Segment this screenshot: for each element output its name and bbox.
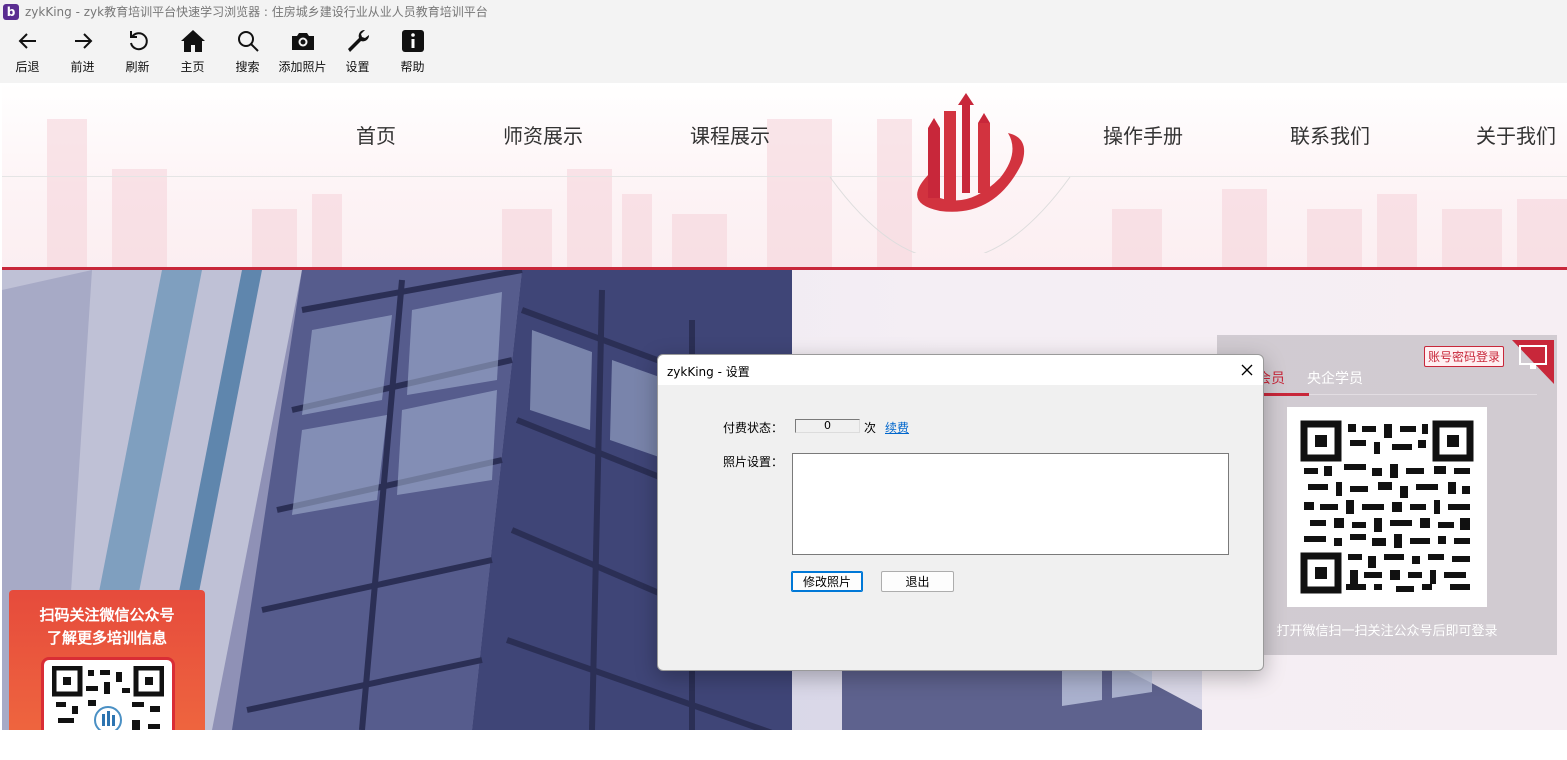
payment-status-label: 付费状态：	[723, 421, 784, 435]
back-button[interactable]: 后退	[0, 23, 55, 83]
change-photo-button[interactable]: 修改照片	[791, 571, 863, 592]
search-button[interactable]: 搜索	[220, 23, 275, 83]
login-tab-active-indicator	[1257, 393, 1309, 396]
home-icon	[180, 30, 205, 52]
login-hint-text: 打开微信扫一扫关注公众号后即可登录	[1276, 624, 1498, 639]
nav-divider	[2, 176, 1567, 177]
wechat-card-title: 扫码关注微信公众号	[39, 606, 175, 624]
search-label: 搜索	[235, 60, 260, 74]
wechat-follow-card: 扫码关注微信公众号 了解更多培训信息	[9, 590, 205, 730]
password-login-link[interactable]: 账号密码登录	[1424, 346, 1505, 367]
add-photo-label: 添加照片	[278, 60, 327, 74]
home-label: 主页	[180, 60, 205, 74]
payment-count-unit: 次	[864, 421, 877, 435]
back-label: 后退	[15, 60, 40, 74]
wechat-qr-code	[41, 657, 175, 730]
info-icon	[401, 30, 424, 52]
wechat-card-subtitle: 了解更多培训信息	[46, 629, 167, 647]
dialog-close-button[interactable]	[1236, 359, 1258, 381]
dialog-title: zykKing - 设置	[667, 365, 750, 379]
forward-label: 前进	[70, 60, 95, 74]
help-button[interactable]: 帮助	[385, 23, 440, 83]
arrow-left-icon	[18, 33, 36, 49]
photo-preview-box	[792, 453, 1229, 555]
photo-settings-label: 照片设置：	[723, 455, 784, 469]
renew-link[interactable]: 续费	[885, 419, 909, 436]
nav-item-contact[interactable]: 联系我们	[1290, 120, 1370, 149]
computer-login-icon[interactable]	[1512, 340, 1554, 384]
refresh-button[interactable]: 刷新	[110, 23, 165, 83]
nav-item-courses[interactable]: 课程展示	[690, 120, 770, 149]
wrench-icon	[347, 29, 369, 52]
app-logo-icon: b	[3, 3, 19, 20]
nav-item-home[interactable]: 首页	[356, 120, 396, 149]
camera-icon	[291, 33, 314, 50]
settings-label: 设置	[345, 60, 370, 74]
window-titlebar: b zykKing - zyk教育培训平台快速学习浏览器 : 住房城乡建设行业从…	[0, 0, 1567, 23]
nav-item-about[interactable]: 关于我们	[1476, 120, 1556, 149]
dialog-titlebar: zykKing - 设置	[658, 355, 1263, 385]
window-title: zykKing - zyk教育培训平台快速学习浏览器 : 住房城乡建设行业从业人…	[25, 5, 488, 19]
help-label: 帮助	[400, 60, 425, 74]
tab-central-enterprise-student[interactable]: 央企学员	[1307, 368, 1363, 388]
payment-count-field: 0	[795, 419, 860, 433]
qr-code-icon	[52, 666, 164, 730]
qr-code-icon	[1300, 420, 1474, 594]
settings-dialog: zykKing - 设置 付费状态： 0 次 续费 照片设置： 修改照片 退出	[657, 354, 1264, 671]
nav-item-teachers[interactable]: 师资展示	[503, 120, 583, 149]
home-button[interactable]: 主页	[165, 23, 220, 83]
site-header: 首页 师资展示 课程展示 操作手册 联系我们 关于我们	[2, 83, 1567, 269]
settings-button[interactable]: 设置	[330, 23, 385, 83]
exit-button[interactable]: 退出	[881, 571, 954, 592]
refresh-icon	[129, 31, 148, 51]
search-icon	[237, 31, 259, 52]
site-logo-icon[interactable]	[900, 93, 1030, 215]
page-bottom-strip	[2, 730, 1567, 760]
login-panel: 会员 央企学员 账号密码登录 打开微信扫一扫关注公众号后即可登录	[1217, 335, 1557, 655]
forward-button[interactable]: 前进	[55, 23, 110, 83]
login-qr-code	[1287, 407, 1487, 607]
arrow-right-icon	[74, 33, 92, 49]
add-photo-button[interactable]: 添加照片	[275, 23, 330, 83]
refresh-label: 刷新	[125, 60, 150, 74]
browser-toolbar: 后退 前进 刷新 主页 搜索 添加照片 设置 帮助	[0, 23, 1567, 83]
nav-item-manual[interactable]: 操作手册	[1103, 120, 1183, 149]
close-icon	[1241, 364, 1253, 376]
